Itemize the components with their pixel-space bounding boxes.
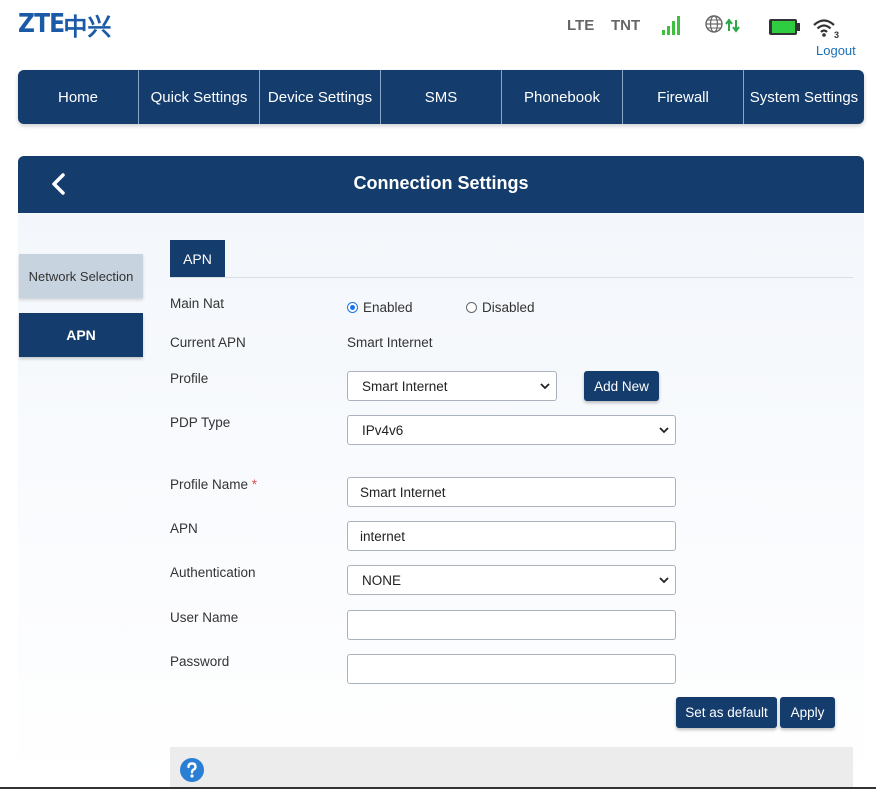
nav-quick-settings[interactable]: Quick Settings	[139, 70, 260, 124]
password-input[interactable]	[347, 654, 676, 684]
help-panel	[170, 747, 853, 789]
profile-select-value: Smart Internet	[362, 378, 448, 394]
set-as-default-button[interactable]: Set as default	[676, 697, 777, 728]
zte-logo: ZTE 中兴	[18, 9, 111, 41]
sidebar-item-network-selection[interactable]: Network Selection	[19, 254, 143, 298]
current-apn-value: Smart Internet	[347, 335, 433, 350]
internet-connected-icon	[705, 15, 740, 33]
apn-input[interactable]: internet	[347, 521, 676, 551]
main-nav: Home Quick Settings Device Settings SMS …	[18, 70, 864, 124]
pdp-type-label: PDP Type	[170, 415, 231, 430]
radio-selected-icon	[347, 302, 358, 313]
carrier-label: TNT	[611, 17, 641, 34]
password-label: Password	[170, 654, 230, 669]
profile-select[interactable]: Smart Internet	[347, 371, 557, 401]
tab-divider	[170, 277, 853, 278]
authentication-select[interactable]: NONE	[347, 565, 676, 595]
apply-button[interactable]: Apply	[780, 697, 835, 728]
chevron-down-icon	[659, 577, 669, 584]
profile-name-input[interactable]: Smart Internet	[347, 477, 676, 507]
main-nat-label: Main Nat	[170, 296, 225, 311]
nav-firewall[interactable]: Firewall	[623, 70, 744, 124]
chevron-down-icon	[659, 427, 669, 434]
authentication-label: Authentication	[170, 565, 256, 580]
sidebar-item-apn[interactable]: APN	[19, 313, 143, 357]
profile-name-label: Profile Name *	[170, 477, 257, 492]
pdp-type-select[interactable]: IPv4v6	[347, 415, 676, 445]
apn-label: APN	[170, 521, 198, 536]
main-nat-enabled-radio[interactable]: Enabled	[347, 300, 413, 315]
main-nat-disabled-label: Disabled	[482, 300, 535, 315]
logo-cn-text: 中兴	[63, 12, 112, 41]
page-title: Connection Settings	[353, 173, 529, 193]
current-apn-label: Current APN	[170, 335, 246, 350]
main-nat-enabled-label: Enabled	[363, 300, 413, 315]
logo-text: ZTE	[18, 9, 65, 39]
help-icon[interactable]	[180, 758, 204, 782]
page-title-bar: Connection Settings	[18, 156, 864, 213]
user-name-input[interactable]	[347, 610, 676, 640]
pdp-type-select-value: IPv4v6	[362, 422, 404, 438]
profile-label: Profile	[170, 371, 209, 386]
tab-apn[interactable]: APN	[170, 240, 225, 277]
signal-strength-icon	[662, 16, 680, 35]
nav-sms[interactable]: SMS	[381, 70, 502, 124]
nav-device-settings[interactable]: Device Settings	[260, 70, 381, 124]
authentication-select-value: NONE	[362, 572, 402, 588]
main-nat-disabled-radio[interactable]: Disabled	[466, 300, 535, 315]
battery-icon	[769, 19, 800, 35]
network-type-label: LTE	[567, 17, 595, 34]
required-marker: *	[251, 477, 258, 492]
nav-phonebook[interactable]: Phonebook	[502, 70, 623, 124]
add-new-button[interactable]: Add New	[584, 371, 659, 401]
user-name-label: User Name	[170, 610, 239, 625]
profile-name-label-text: Profile Name	[170, 477, 249, 492]
nav-home[interactable]: Home	[18, 70, 139, 124]
nav-system-settings[interactable]: System Settings	[744, 70, 864, 124]
radio-unselected-icon	[466, 302, 477, 313]
chevron-down-icon	[540, 383, 550, 390]
wifi-icon: 3	[813, 19, 839, 39]
logout-link[interactable]: Logout	[816, 43, 856, 58]
wifi-client-count: 3	[834, 30, 839, 39]
